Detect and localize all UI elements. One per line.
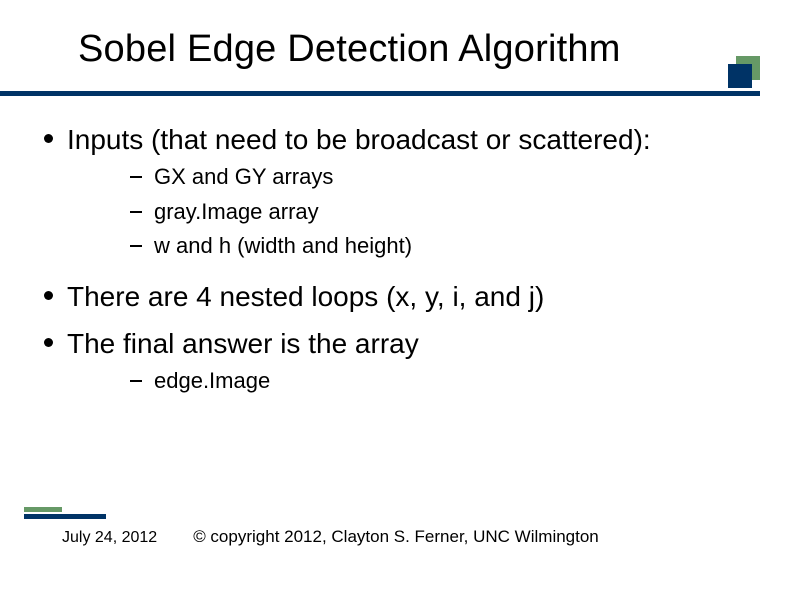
- bullet-item: The final answer is the array: [44, 326, 774, 361]
- bullet-dot-icon: [44, 338, 53, 347]
- dash-icon: [130, 211, 142, 213]
- bullet-item: Inputs (that need to be broadcast or sca…: [44, 122, 774, 157]
- slide-title: Sobel Edge Detection Algorithm: [78, 28, 794, 71]
- sub-bullet-text: edge.Image: [154, 367, 270, 396]
- sub-bullet-text: GX and GY arrays: [154, 163, 333, 192]
- footer-date: July 24, 2012: [62, 529, 157, 547]
- sub-bullet-item: gray.Image array: [130, 198, 774, 227]
- sub-bullet-item: w and h (width and height): [130, 232, 774, 261]
- sub-bullet-group: GX and GY arrays gray.Image array w and …: [130, 163, 774, 261]
- bullet-text: The final answer is the array: [67, 326, 419, 361]
- dash-icon: [130, 380, 142, 382]
- bullet-item: There are 4 nested loops (x, y, i, and j…: [44, 279, 774, 314]
- sub-bullet-item: GX and GY arrays: [130, 163, 774, 192]
- footer-copyright: © copyright 2012, Clayton S. Ferner, UNC…: [193, 527, 599, 547]
- bullet-text: Inputs (that need to be broadcast or sca…: [67, 122, 651, 157]
- bullet-text: There are 4 nested loops (x, y, i, and j…: [67, 279, 544, 314]
- sub-bullet-text: w and h (width and height): [154, 232, 412, 261]
- dash-icon: [130, 176, 142, 178]
- slide: Sobel Edge Detection Algorithm Inputs (t…: [0, 0, 794, 595]
- content-area: Inputs (that need to be broadcast or sca…: [0, 96, 794, 395]
- corner-squares-icon: [728, 56, 758, 86]
- bullet-dot-icon: [44, 291, 53, 300]
- dash-icon: [130, 245, 142, 247]
- title-area: Sobel Edge Detection Algorithm: [0, 0, 794, 71]
- sub-bullet-text: gray.Image array: [154, 198, 319, 227]
- sub-bullet-item: edge.Image: [130, 367, 774, 396]
- footer: July 24, 2012 © copyright 2012, Clayton …: [62, 527, 599, 547]
- bullet-dot-icon: [44, 134, 53, 143]
- sub-bullet-group: edge.Image: [130, 367, 774, 396]
